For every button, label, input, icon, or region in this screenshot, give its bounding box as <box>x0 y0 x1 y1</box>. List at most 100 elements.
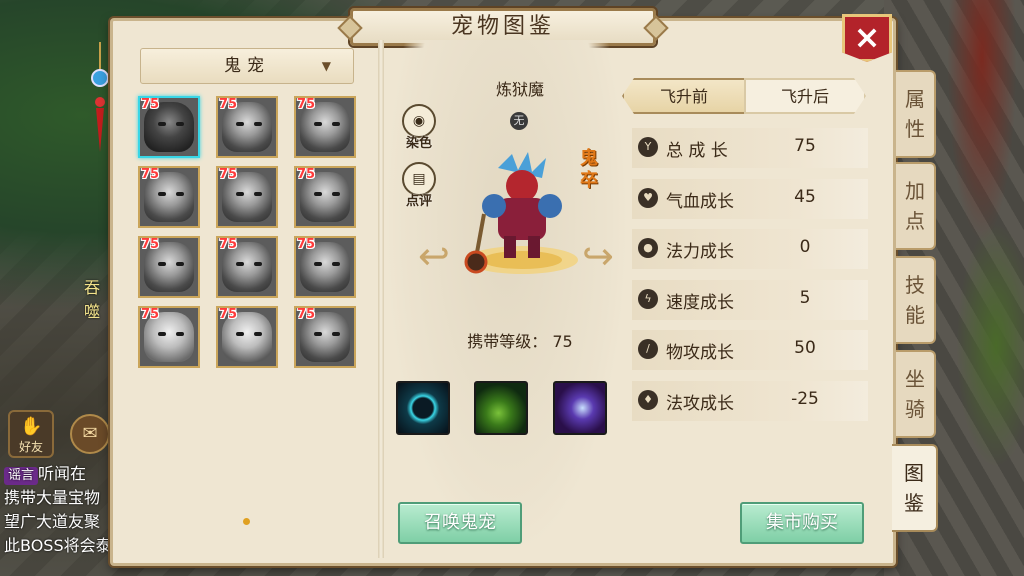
rotate-right-icon[interactable]: ↪ <box>582 236 614 276</box>
friends-label: 好友 <box>18 440 43 454</box>
rotate-left-icon[interactable]: ↩ <box>418 236 450 276</box>
stat-row: / 物攻成长 50 <box>632 330 868 370</box>
chevron-down-icon: ▼ <box>321 59 331 73</box>
handshake-icon: ✋ <box>20 416 43 437</box>
stat-value: 45 <box>794 187 816 207</box>
chat-bubble-button[interactable]: ✉ <box>70 414 110 454</box>
pet-level: 75 <box>297 97 316 112</box>
stat-label: 速度成长 <box>666 293 734 313</box>
pet-thumbnail[interactable]: 75 <box>294 96 356 158</box>
tab-handbook[interactable]: 图 鉴 <box>892 444 938 532</box>
pet-level: 75 <box>141 307 160 322</box>
stat-label: 法攻成长 <box>666 394 734 414</box>
stat-label: 总 成 长 <box>666 141 728 161</box>
pet-level: 75 <box>297 307 316 322</box>
pet-type-label: 鬼卒 <box>580 148 598 191</box>
stat-row: Y 总 成 长 75 <box>632 128 868 168</box>
tab-char: 能 <box>905 303 925 327</box>
tab-char: 属 <box>905 87 925 111</box>
eye-icon: ◉ <box>412 113 426 129</box>
pet-level: 75 <box>297 237 316 252</box>
pet-thumbnail[interactable]: 75 <box>216 236 278 298</box>
pet-level: 75 <box>141 237 160 252</box>
review-label: 点评 <box>405 194 432 209</box>
sword-icon: / <box>638 339 658 359</box>
carry-level: 携带等级： 75 <box>467 332 573 351</box>
tab-char: 加 <box>905 179 925 203</box>
stat-row: ♦ 法攻成长 -25 <box>632 381 868 421</box>
stat-value: 5 <box>799 288 811 308</box>
pet-level: 75 <box>219 307 238 322</box>
stat-value: 50 <box>794 338 816 358</box>
chat-line: 携带大量宝物 <box>4 488 101 507</box>
stat-label: 法力成长 <box>666 242 734 262</box>
tab-attributes[interactable]: 属 性 <box>896 70 936 158</box>
friends-button[interactable]: ✋ 好友 <box>8 410 54 458</box>
speech-bubble-icon: ✉ <box>82 423 98 444</box>
stat-row: ϟ 速度成长 5 <box>632 280 868 320</box>
page-indicator-dot <box>243 518 250 525</box>
pet-thumbnail[interactable]: 75 <box>138 236 200 298</box>
tab-char: 骑 <box>905 397 925 421</box>
comment-icon: ▤ <box>412 171 426 187</box>
pet-level: 75 <box>141 97 160 112</box>
chat-line: 听闻在 <box>38 464 87 483</box>
pet-level: 75 <box>219 97 238 112</box>
stat-row: ● 法力成长 0 <box>632 229 868 269</box>
charm-ornament <box>91 42 109 152</box>
pet-thumbnail[interactable]: 75 <box>138 96 200 158</box>
pet-level: 75 <box>219 237 238 252</box>
ascension-tabs: 飞升前 飞升后 <box>622 78 866 114</box>
skill-ring-icon[interactable] <box>396 381 450 435</box>
tab-skills[interactable]: 技 能 <box>896 256 936 344</box>
tab-mount[interactable]: 坐 骑 <box>896 350 936 438</box>
dye-label: 染色 <box>405 136 432 151</box>
tab-char: 鉴 <box>904 491 924 515</box>
pet-thumbnail[interactable]: 75 <box>294 236 356 298</box>
pet-thumbnail[interactable]: 75 <box>216 306 278 368</box>
tab-before-ascension[interactable]: 飞升前 <box>622 78 746 114</box>
mana-drop-icon: ● <box>638 238 658 258</box>
tab-after-ascension[interactable]: 飞升后 <box>744 78 866 114</box>
pet-level: 75 <box>141 167 160 182</box>
close-button[interactable]: × <box>842 14 892 62</box>
pet-thumbnail[interactable]: 75 <box>138 306 200 368</box>
close-icon: × <box>853 18 881 56</box>
skill-burst-icon[interactable] <box>474 381 528 435</box>
skill-spiral-icon[interactable] <box>553 381 607 435</box>
stat-row: ♥ 气血成长 45 <box>632 179 868 219</box>
pet-thumbnail[interactable]: 75 <box>294 166 356 228</box>
flame-icon: ♦ <box>638 390 658 410</box>
pet-level: 75 <box>219 167 238 182</box>
pet-model <box>464 152 578 274</box>
tab-char: 坐 <box>905 367 925 391</box>
stat-label: 气血成长 <box>666 192 734 212</box>
element-badge: 无 <box>510 112 528 130</box>
market-buy-button[interactable]: 集市购买 <box>740 502 864 544</box>
chat-line: 望广大道友聚 <box>4 512 101 531</box>
tab-char: 点 <box>905 209 925 233</box>
stat-label: 物攻成长 <box>666 343 734 363</box>
pet-thumbnail[interactable]: 75 <box>138 166 200 228</box>
tab-char: 图 <box>904 461 924 485</box>
chat-tag: 谣言 <box>4 467 39 485</box>
chat-line: 此BOSS将会泰 <box>4 536 112 555</box>
heart-icon: ♥ <box>638 188 658 208</box>
summon-pet-button[interactable]: 召唤鬼宠 <box>398 502 522 544</box>
pet-thumbnail[interactable]: 75 <box>216 166 278 228</box>
category-value: 鬼宠 <box>224 56 270 76</box>
stat-value: 0 <box>799 237 811 257</box>
tab-add-points[interactable]: 加 点 <box>896 162 936 250</box>
speed-icon: ϟ <box>638 289 658 309</box>
pet-level: 75 <box>297 167 316 182</box>
stat-value: -25 <box>791 389 819 409</box>
category-dropdown[interactable]: 鬼宠 ▼ <box>140 48 354 84</box>
pet-name: 炼狱魔 <box>495 80 544 99</box>
world-chat: 谣言 听闻在 携带大量宝物 望广大道友聚 此BOSS将会泰 <box>4 462 124 558</box>
tab-char: 技 <box>905 273 925 297</box>
growth-icon: Y <box>638 137 658 157</box>
tab-char: 性 <box>905 117 925 141</box>
pet-thumbnail[interactable]: 75 <box>294 306 356 368</box>
stat-value: 75 <box>794 136 816 156</box>
pet-thumbnail[interactable]: 75 <box>216 96 278 158</box>
